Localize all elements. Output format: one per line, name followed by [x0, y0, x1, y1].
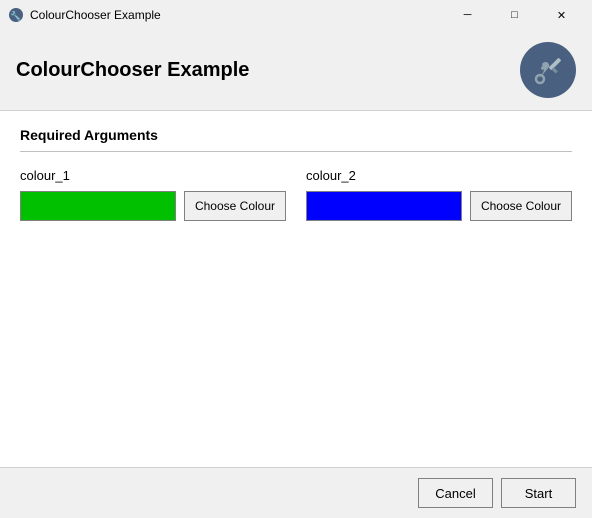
colour2-choose-button[interactable]: Choose Colour — [470, 191, 572, 221]
header-icon-circle — [520, 42, 576, 98]
window-controls: ─ □ ✕ — [445, 0, 584, 30]
start-button[interactable]: Start — [501, 478, 576, 508]
colour1-label: colour_1 — [20, 168, 286, 183]
cancel-button[interactable]: Cancel — [418, 478, 493, 508]
colour1-swatch — [20, 191, 176, 221]
footer: Cancel Start — [0, 467, 592, 518]
window-body: ColourChooser Example Required Arguments — [0, 30, 592, 467]
content-area: Required Arguments colour_1 Choose Colou… — [0, 110, 592, 467]
close-button[interactable]: ✕ — [539, 0, 584, 30]
maximize-button[interactable]: □ — [492, 0, 537, 30]
colour2-group: colour_2 Choose Colour — [306, 168, 572, 221]
app-title: ColourChooser Example — [16, 59, 249, 82]
svg-text:🔧: 🔧 — [10, 10, 21, 21]
minimize-button[interactable]: ─ — [445, 0, 490, 30]
colour1-row: Choose Colour — [20, 191, 286, 221]
header: ColourChooser Example — [0, 30, 592, 110]
title-bar: 🔧 ColourChooser Example ─ □ ✕ — [0, 0, 592, 30]
app-icon: 🔧 — [8, 7, 24, 23]
colour1-group: colour_1 Choose Colour — [20, 168, 286, 221]
tools-icon — [532, 54, 564, 86]
section-divider — [20, 151, 572, 152]
colour2-swatch — [306, 191, 462, 221]
colour2-row: Choose Colour — [306, 191, 572, 221]
title-bar-text: ColourChooser Example — [30, 8, 445, 22]
colour2-label: colour_2 — [306, 168, 572, 183]
arguments-grid: colour_1 Choose Colour colour_2 Choose C… — [20, 168, 572, 221]
colour1-choose-button[interactable]: Choose Colour — [184, 191, 286, 221]
section-title: Required Arguments — [20, 127, 572, 143]
